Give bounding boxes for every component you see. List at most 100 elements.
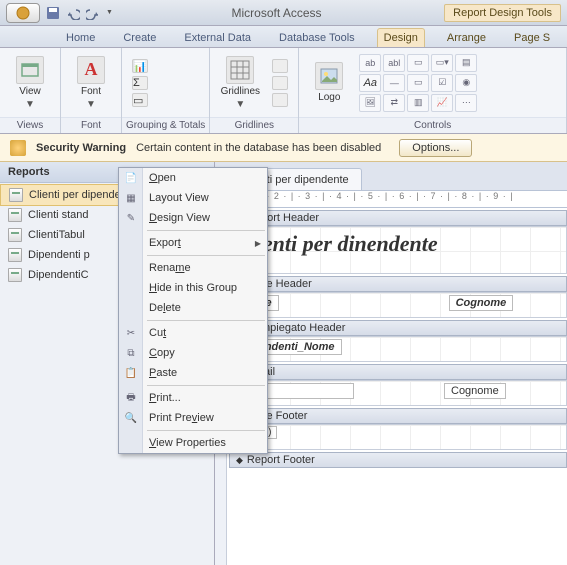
menu-paste: 📋Paste	[119, 363, 267, 383]
tab-design[interactable]: Design	[377, 28, 425, 47]
section-page-header[interactable]: ◆Page Header	[229, 276, 567, 292]
view-button[interactable]: View ▼	[8, 56, 52, 110]
contextual-tab-title: Report Design Tools	[444, 4, 561, 22]
menu-copy[interactable]: ⧉Copy	[119, 343, 267, 363]
image-tool-icon[interactable]: 🖼	[359, 94, 381, 112]
group-label-font: Font	[61, 117, 121, 133]
logo-icon	[319, 66, 339, 86]
menu-design-view[interactable]: ✎Design View	[119, 208, 267, 228]
cut-icon: ✂	[123, 325, 139, 341]
band-report-header[interactable]: Clienti per dinendente	[229, 226, 567, 274]
tab-page-setup[interactable]: Page S	[508, 29, 556, 47]
ribbon-group-views: View ▼ Views	[0, 48, 61, 133]
textbox-tool-icon[interactable]: ab	[359, 54, 381, 72]
chevron-down-icon: ▼	[235, 99, 245, 110]
menu-view-properties[interactable]: View Properties	[119, 433, 267, 453]
font-button[interactable]: A Font ▼	[69, 56, 113, 110]
line-width-icon[interactable]	[272, 59, 288, 73]
tab-database-tools[interactable]: Database Tools	[273, 29, 361, 47]
combobox-tool-icon[interactable]: ▭▾	[431, 54, 453, 72]
menu-rename[interactable]: Rename	[119, 258, 267, 278]
tab-arrange[interactable]: Arrange	[441, 29, 492, 47]
print-icon: 🖶	[123, 390, 139, 406]
open-icon: 📄	[123, 170, 139, 186]
tab-tool-icon[interactable]: ▥	[407, 94, 429, 112]
layout-view-icon: ▦	[123, 190, 139, 206]
group-label-grouping: Grouping & Totals	[122, 117, 209, 133]
paste-icon: 📋	[123, 365, 139, 381]
ribbon-group-controls: Logo ab abl ▭ ▭▾ ▤ Aa — ▭ ☑ ◉ 🖼 ⇄ ▥ 📈 ⋯ …	[299, 48, 567, 133]
shield-icon	[10, 140, 26, 156]
totals-icon[interactable]: Σ	[132, 76, 148, 90]
button-tool-icon[interactable]: ▭	[407, 54, 429, 72]
band-group-header[interactable]: Dipendenti_Nome	[229, 336, 567, 362]
report-icon	[9, 188, 23, 202]
controls-gallery[interactable]: ab abl ▭ ▭▾ ▤ Aa — ▭ ☑ ◉ 🖼 ⇄ ▥ 📈 ⋯	[359, 54, 477, 112]
title-bar: ▼ Microsoft Access Report Design Tools	[0, 0, 567, 26]
gridlines-button[interactable]: Gridlines ▼	[218, 56, 262, 110]
band-page-header[interactable]: Nome Cognome	[229, 292, 567, 318]
toggle-tool-icon[interactable]: ⇄	[383, 94, 405, 112]
menu-print[interactable]: 🖶Print...	[119, 388, 267, 408]
band-page-footer[interactable]: =Now()	[229, 424, 567, 450]
section-page-footer[interactable]: ◆Page Footer	[229, 408, 567, 424]
line-style-icon[interactable]	[272, 76, 288, 90]
line-color-icon[interactable]	[272, 93, 288, 107]
ribbon-group-grouping: 📊 Σ ▭ Grouping & Totals	[122, 48, 210, 133]
app-title: Microsoft Access	[113, 6, 440, 20]
section-group-header[interactable]: ◆IDImpiegato Header	[229, 320, 567, 336]
chart-tool-icon[interactable]: 📈	[431, 94, 453, 112]
qat-customize-icon[interactable]: ▼	[106, 9, 113, 16]
section-detail[interactable]: ◆Detail	[229, 364, 567, 380]
column-label-cognome[interactable]: Cognome	[449, 295, 514, 311]
more-tools-icon[interactable]: ⋯	[455, 94, 477, 112]
tab-external-data[interactable]: External Data	[178, 29, 257, 47]
section-report-footer[interactable]: ◆Report Footer	[229, 452, 567, 468]
chevron-down-icon: ▼	[25, 99, 35, 110]
section-report-header[interactable]: ◆Report Header	[229, 210, 567, 226]
listbox-tool-icon[interactable]: ▤	[455, 54, 477, 72]
save-icon[interactable]	[46, 6, 60, 20]
menu-delete[interactable]: Delete	[119, 298, 267, 318]
tab-home[interactable]: Home	[60, 29, 101, 47]
menu-print-preview[interactable]: 🔍Print Preview	[119, 408, 267, 428]
report-icon	[8, 228, 22, 242]
security-title: Security Warning	[36, 142, 126, 154]
menu-hide[interactable]: Hide in this Group	[119, 278, 267, 298]
label-tool-icon[interactable]: abl	[383, 54, 405, 72]
group-label-controls: Controls	[299, 117, 566, 133]
checkbox-tool-icon[interactable]: ☑	[431, 74, 453, 92]
menu-cut[interactable]: ✂Cut	[119, 323, 267, 343]
logo-button[interactable]: Logo	[307, 62, 351, 103]
report-title-label[interactable]: Clienti per dinendente	[230, 227, 566, 261]
line-tool-icon[interactable]: —	[383, 74, 405, 92]
ribbon-tabs: Home Create External Data Database Tools…	[0, 26, 567, 48]
rectangle-tool-icon[interactable]: ▭	[407, 74, 429, 92]
print-preview-icon: 🔍	[123, 410, 139, 426]
redo-icon[interactable]	[86, 6, 100, 20]
group-sort-icon[interactable]: 📊	[132, 59, 148, 73]
office-icon	[15, 5, 31, 21]
submenu-arrow-icon: ▶	[255, 239, 261, 248]
band-detail[interactable]: Cognome	[229, 380, 567, 406]
gridlines-icon	[229, 59, 251, 81]
menu-open[interactable]: 📄Open	[119, 168, 267, 188]
hide-details-icon[interactable]: ▭	[132, 93, 148, 107]
menu-layout-view[interactable]: ▦Layout View	[119, 188, 267, 208]
view-icon	[20, 60, 40, 80]
design-view-icon: ✎	[123, 210, 139, 226]
menu-export[interactable]: Export▶	[119, 233, 267, 253]
tab-create[interactable]: Create	[117, 29, 162, 47]
security-options-button[interactable]: Options...	[399, 139, 472, 157]
font-style-icon[interactable]: Aa	[359, 74, 381, 92]
navigation-pane: Reports ▾ « Clienti per dipendente Clien…	[0, 162, 215, 565]
group-label-gridlines: Gridlines	[210, 117, 298, 133]
ribbon: View ▼ Views A Font ▼ Font 📊 Σ ▭ Groupin…	[0, 48, 567, 134]
office-button[interactable]	[6, 3, 40, 23]
option-tool-icon[interactable]: ◉	[455, 74, 477, 92]
report-icon	[8, 208, 22, 222]
chevron-down-icon: ▼	[86, 99, 96, 110]
ribbon-group-font: A Font ▼ Font	[61, 48, 122, 133]
detail-field-cognome[interactable]: Cognome	[444, 383, 506, 399]
undo-icon[interactable]	[66, 6, 80, 20]
